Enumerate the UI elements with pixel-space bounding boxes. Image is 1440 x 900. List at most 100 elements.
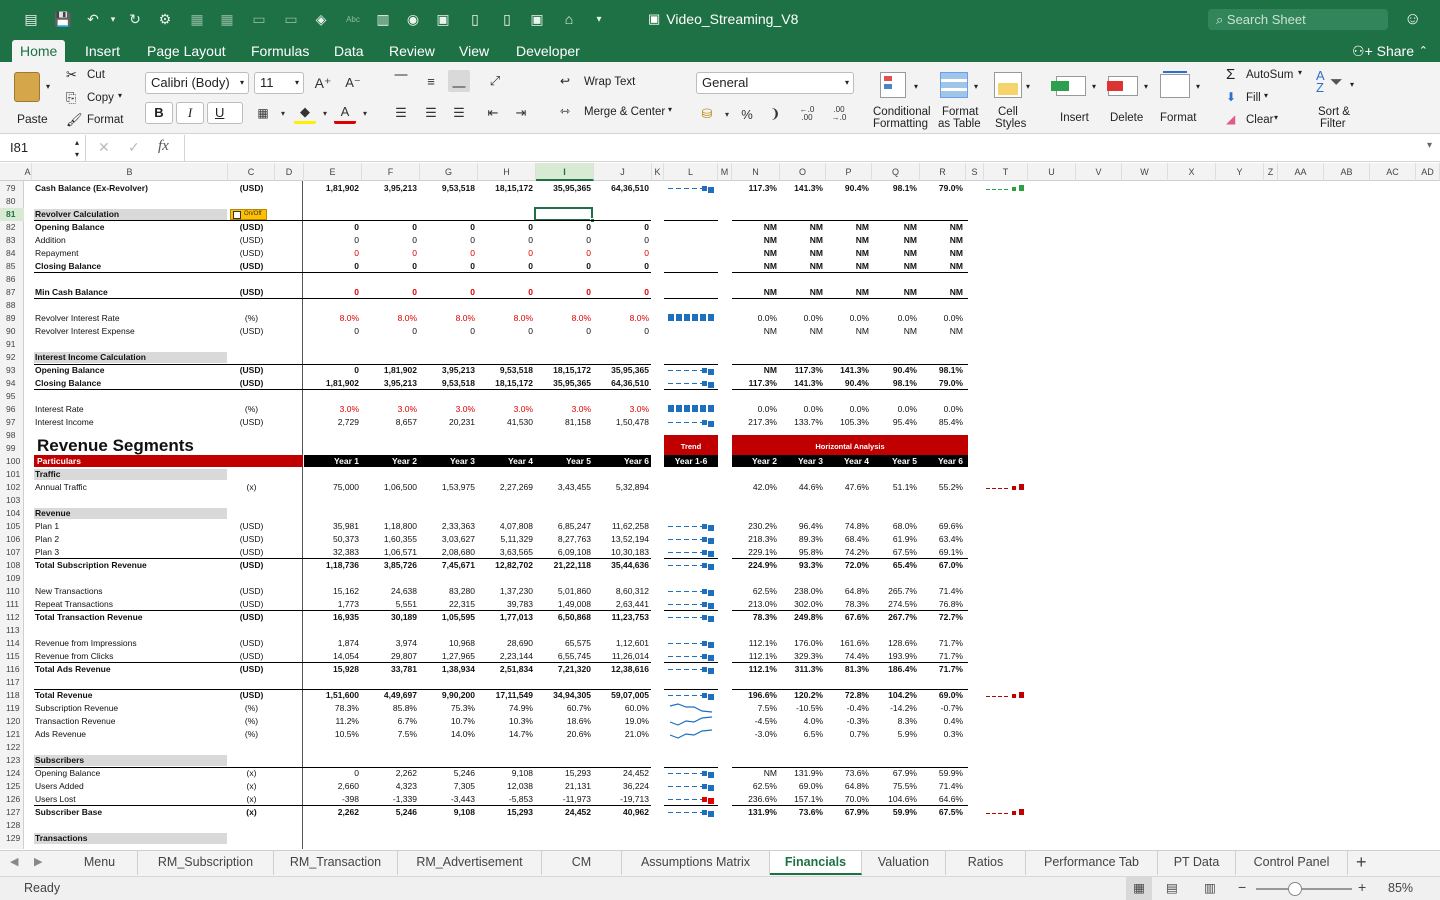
unit-label[interactable]: (%)	[231, 728, 272, 741]
value-cell[interactable]: 1,50,478	[597, 416, 649, 429]
sheet-tab-rm-transaction[interactable]: RM_Transaction	[274, 851, 398, 875]
ha-cell[interactable]: 141.3%	[829, 364, 869, 377]
row-label[interactable]: New Transactions	[35, 585, 225, 598]
ha-cell[interactable]: NM	[829, 234, 869, 247]
value-cell[interactable]: 0	[307, 364, 359, 377]
page-layout-view-icon[interactable]: ▤	[1166, 880, 1178, 895]
value-cell[interactable]: 9,53,518	[481, 364, 533, 377]
ha-cell[interactable]: 61.9%	[875, 533, 917, 546]
row-label[interactable]: Ads Revenue	[35, 728, 225, 741]
ha-cell[interactable]: 68.4%	[829, 533, 869, 546]
macro-icon[interactable]: ⚙	[156, 10, 174, 28]
ha-cell[interactable]: 65.4%	[875, 559, 917, 572]
value-cell[interactable]: 0	[365, 221, 417, 234]
row-label[interactable]: Interest Income	[35, 416, 225, 429]
row-label[interactable]: Plan 2	[35, 533, 225, 546]
value-cell[interactable]: 60.7%	[539, 702, 591, 715]
row-header[interactable]: 117	[0, 676, 24, 689]
column-header-h[interactable]: H	[478, 163, 536, 181]
row-header[interactable]: 106	[0, 533, 24, 546]
row-label[interactable]: Opening Balance	[35, 221, 225, 234]
value-cell[interactable]: 36,224	[597, 780, 649, 793]
column-header-n[interactable]: N	[732, 163, 780, 181]
ha-cell[interactable]: 72.8%	[829, 689, 869, 702]
percent-style-icon[interactable]: %	[736, 103, 758, 125]
value-cell[interactable]: 3,974	[365, 637, 417, 650]
row-header[interactable]: 129	[0, 832, 24, 845]
row-header[interactable]: 95	[0, 390, 24, 403]
unit-label[interactable]: (USD)	[231, 416, 272, 429]
cell-styles-button[interactable]: ▾ Cell Styles	[990, 68, 1034, 132]
ha-cell[interactable]: 81.3%	[829, 663, 869, 676]
ha-cell[interactable]: 7.5%	[735, 702, 777, 715]
value-cell[interactable]: 13,52,194	[597, 533, 649, 546]
column-header-f[interactable]: F	[362, 163, 420, 181]
ha-cell[interactable]: 265.7%	[875, 585, 917, 598]
ha-cell[interactable]: 51.1%	[875, 481, 917, 494]
value-cell[interactable]: 5,01,860	[539, 585, 591, 598]
row-header[interactable]: 101	[0, 468, 24, 481]
ha-cell[interactable]: 0.0%	[735, 403, 777, 416]
value-cell[interactable]: 1,874	[307, 637, 359, 650]
ha-cell[interactable]: 67.5%	[923, 806, 963, 819]
row-header[interactable]: 93	[0, 364, 24, 377]
next-sheet-icon[interactable]: ▶	[34, 855, 42, 868]
ha-cell[interactable]: NM	[829, 221, 869, 234]
row-label[interactable]: Subscription Revenue	[35, 702, 225, 715]
italic-button[interactable]: I	[176, 102, 204, 124]
ha-cell[interactable]: NM	[735, 325, 777, 338]
ha-cell[interactable]: NM	[875, 247, 917, 260]
column-header-a[interactable]: A	[24, 163, 32, 181]
ha-cell[interactable]: NM	[735, 247, 777, 260]
row-header[interactable]: 81	[0, 208, 24, 221]
ha-cell[interactable]: NM	[875, 221, 917, 234]
ha-cell[interactable]: -3.0%	[735, 728, 777, 741]
ha-cell[interactable]: 141.3%	[783, 182, 823, 195]
unit-label[interactable]: (USD)	[231, 247, 272, 260]
ha-cell[interactable]: NM	[829, 325, 869, 338]
sort-filter-button[interactable]: AZ ⏷ ▾ Sort & Filter	[1312, 68, 1360, 132]
column-header-s[interactable]: S	[966, 163, 984, 181]
autosum-button[interactable]: Σ AutoSum ▾	[1226, 66, 1306, 84]
value-cell[interactable]: 0	[597, 221, 649, 234]
quick-access-icon[interactable]: ▯	[466, 10, 484, 28]
ha-cell[interactable]: 69.0%	[783, 780, 823, 793]
ha-cell[interactable]: 73.6%	[783, 806, 823, 819]
value-cell[interactable]: 0	[365, 234, 417, 247]
section-label[interactable]: Transactions	[35, 832, 225, 845]
value-cell[interactable]: 6,50,868	[539, 611, 591, 624]
ha-cell[interactable]: NM	[783, 325, 823, 338]
section-label[interactable]: Revenue	[35, 507, 225, 520]
unit-label[interactable]: (USD)	[231, 611, 272, 624]
tab-home[interactable]: Home	[12, 40, 66, 62]
value-cell[interactable]: 8,657	[365, 416, 417, 429]
value-cell[interactable]: 3.0%	[423, 403, 475, 416]
column-header-d[interactable]: D	[275, 163, 304, 181]
quick-access-icon[interactable]: ▥	[374, 10, 392, 28]
year-header[interactable]: Year 5	[539, 455, 591, 468]
ha-cell[interactable]: 217.3%	[735, 416, 777, 429]
value-cell[interactable]: 9,53,518	[423, 182, 475, 195]
ha-cell[interactable]: 5.9%	[875, 728, 917, 741]
value-cell[interactable]: 12,038	[481, 780, 533, 793]
row-header[interactable]: 119	[0, 702, 24, 715]
ha-cell[interactable]: 90.4%	[875, 364, 917, 377]
year-header[interactable]: Year 2	[365, 455, 417, 468]
column-header-k[interactable]: K	[652, 163, 664, 181]
borders-dropdown-icon[interactable]: ▾	[272, 102, 294, 124]
ha-cell[interactable]: 0.0%	[735, 312, 777, 325]
row-header[interactable]: 121	[0, 728, 24, 741]
value-cell[interactable]: 0	[307, 247, 359, 260]
underline-button[interactable]: U	[207, 102, 243, 124]
save-icon[interactable]: 💾	[54, 10, 72, 28]
ha-cell[interactable]: 218.3%	[735, 533, 777, 546]
unit-label[interactable]: (USD)	[231, 689, 272, 702]
name-box-stepper-icon[interactable]: ▴ ▾	[75, 135, 79, 161]
name-box[interactable]: I81 ▴ ▾	[0, 135, 86, 161]
delete-cells-button[interactable]: ▾ Delete	[1106, 68, 1152, 132]
value-cell[interactable]: 35,95,365	[597, 364, 649, 377]
accounting-dropdown-icon[interactable]: ▾	[716, 103, 738, 125]
row-header[interactable]: 120	[0, 715, 24, 728]
ha-cell[interactable]: 0.4%	[923, 715, 963, 728]
row-header[interactable]: 108	[0, 559, 24, 572]
